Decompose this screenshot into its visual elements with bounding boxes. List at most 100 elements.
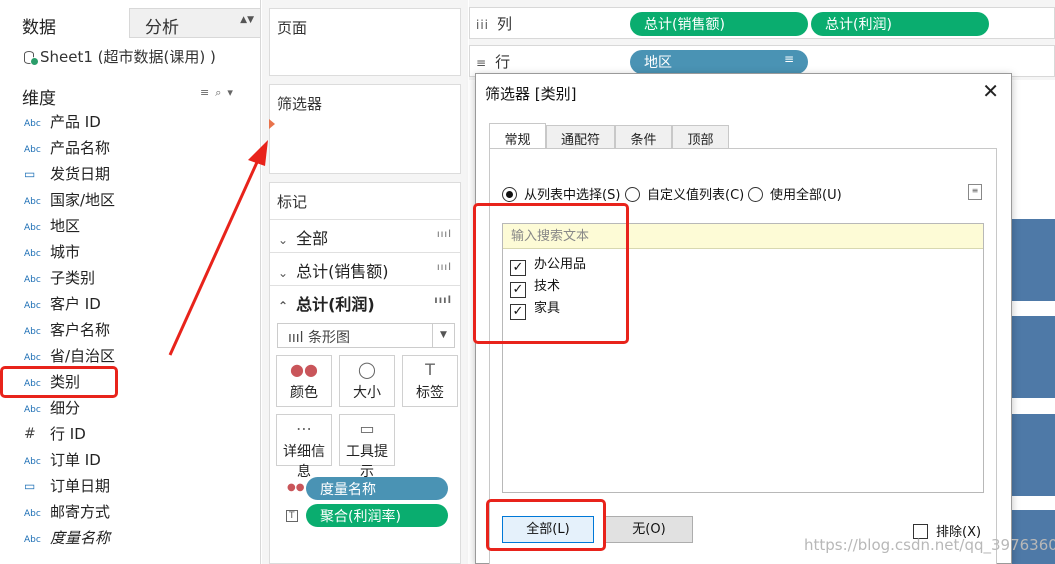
sort-icon[interactable]: ≡	[784, 52, 794, 66]
string-type-icon: Abc	[24, 457, 41, 467]
dimensions-tools-icons[interactable]: ≡⌕▾	[200, 86, 239, 100]
field-label: 度量名称	[50, 529, 111, 547]
watermark: https://blog.csdn.net/qq_39763601	[804, 536, 1055, 554]
mark-type-select[interactable]: ıııl 条形图 ▼	[277, 323, 455, 348]
field-ship-mode[interactable]: Abc 邮寄方式	[0, 500, 261, 526]
viz-bar	[1012, 414, 1055, 496]
marks-row-all[interactable]: ⌄ 全部 ıııl	[270, 219, 460, 251]
tooltip-label: 工具提示	[346, 444, 388, 480]
columns-label-text: 列	[497, 15, 513, 33]
dimensions-header: 维度	[22, 89, 56, 109]
chevron-up-icon: ⌃	[278, 299, 289, 313]
label-label: 标签	[416, 385, 444, 401]
rows-label-text: 行	[495, 53, 511, 71]
detail-button[interactable]: ⋯ 详细信息	[276, 414, 332, 480]
marks-card: 标记 ⌄ 全部 ıııl ⌄ 总计(销售额) ıııl ⌃ 总计(利润) ıııl ı…	[269, 182, 461, 564]
label-button[interactable]: T 标签	[402, 355, 458, 407]
size-label: 大小	[353, 385, 381, 401]
select-none-button[interactable]: 无(O)	[605, 516, 693, 543]
marks-row-profit[interactable]: ⌃ 总计(利润) ıııl	[270, 285, 460, 317]
datasource-name: Sheet1 (超市数据(课用) )	[40, 48, 216, 66]
filters-shelf[interactable]: 筛选器	[269, 84, 461, 174]
field-label: 邮寄方式	[50, 503, 111, 521]
marks-row-label: 全部	[296, 229, 329, 248]
string-type-icon: Abc	[24, 119, 41, 129]
tab-analysis-label: 分析	[145, 18, 179, 38]
bar-chart-icon: ıııl	[436, 229, 452, 240]
rows-icon: ≡	[476, 56, 488, 70]
filters-title: 筛选器	[277, 95, 323, 113]
field-customer-id[interactable]: Abc 客户 ID	[0, 292, 261, 318]
field-city[interactable]: Abc 城市	[0, 240, 261, 266]
radio-use-all[interactable]: 使用全部(U)	[748, 184, 842, 203]
field-country[interactable]: Abc 国家/地区	[0, 188, 261, 214]
string-type-icon: Abc	[24, 223, 41, 233]
field-ship-date[interactable]: ▭ 发货日期	[0, 162, 261, 188]
radio-empty-icon	[748, 187, 763, 202]
datasource-row[interactable]: Sheet1 (超市数据(课用) )	[0, 46, 261, 70]
color-dots-icon: ●●	[287, 482, 305, 493]
field-order-date[interactable]: ▭ 订单日期	[0, 474, 261, 500]
color-label: 颜色	[290, 385, 318, 401]
field-region[interactable]: Abc 地区	[0, 214, 261, 240]
size-button[interactable]: ◯ 大小	[339, 355, 395, 407]
field-order-id[interactable]: Abc 订单 ID	[0, 448, 261, 474]
mark-type-value: ıııl 条形图	[288, 330, 351, 346]
tab-wildcard[interactable]: 通配符	[546, 125, 615, 149]
field-segment[interactable]: Abc 细分	[0, 396, 261, 422]
marks-row-sales[interactable]: ⌄ 总计(销售额) ıııl	[270, 252, 460, 284]
radio-custom-list[interactable]: 自定义值列表(C)	[625, 184, 744, 203]
field-label: 产品 ID	[50, 113, 101, 131]
tab-condition[interactable]: 条件	[615, 125, 672, 149]
field-label: 行 ID	[50, 425, 86, 443]
radio-label: 使用全部(U)	[770, 188, 842, 203]
tab-scroll-arrows-icon[interactable]: ▲▼	[240, 15, 254, 25]
tab-data[interactable]: 数据	[0, 8, 128, 38]
text-label-icon: T	[286, 510, 298, 522]
drop-marker-icon	[269, 119, 275, 129]
field-label: 客户名称	[50, 321, 111, 339]
pages-title: 页面	[277, 19, 308, 37]
pill-region[interactable]: 地区 ≡	[630, 50, 808, 74]
radio-label: 从列表中选择(S)	[524, 188, 621, 203]
field-measure-names[interactable]: Abc 度量名称	[0, 526, 261, 552]
tooltip-button[interactable]: ▭ 工具提示	[339, 414, 395, 480]
number-type-icon: #	[24, 426, 36, 442]
field-customer-name[interactable]: Abc 客户名称	[0, 318, 261, 344]
radio-select-from-list[interactable]: 从列表中选择(S)	[502, 184, 620, 203]
pill-measure-names[interactable]: 度量名称	[306, 477, 448, 500]
pages-shelf[interactable]: 页面	[269, 8, 461, 76]
tab-general[interactable]: 常规	[489, 123, 546, 149]
color-dots-icon: ●●	[290, 360, 318, 379]
color-button[interactable]: ●● 颜色	[276, 355, 332, 407]
field-label: 子类别	[50, 269, 96, 287]
detail-label: 详细信息	[283, 444, 325, 480]
tab-analysis[interactable]: 分析 ▲▼	[129, 8, 261, 38]
viz-bar	[1012, 316, 1055, 398]
field-label: 订单日期	[50, 477, 111, 495]
bar-chart-icon: ıııl	[436, 262, 452, 273]
pill-profit-ratio[interactable]: 聚合(利润率)	[306, 504, 448, 527]
string-type-icon: Abc	[24, 509, 41, 519]
field-label: 省/自治区	[50, 347, 116, 365]
field-product-name[interactable]: Abc 产品名称	[0, 136, 261, 162]
tab-top[interactable]: 顶部	[672, 125, 729, 149]
close-icon[interactable]: ✕	[982, 79, 999, 103]
string-type-icon: Abc	[24, 275, 41, 285]
field-row-id[interactable]: # 行 ID	[0, 422, 261, 448]
field-label: 细分	[50, 399, 81, 417]
columns-shelf[interactable]: iii 列 总计(销售额) 总计(利润)	[469, 7, 1055, 39]
pill-sum-profit[interactable]: 总计(利润)	[811, 12, 989, 36]
chevron-down-icon[interactable]: ▼	[432, 324, 454, 347]
list-menu-icon[interactable]: ≡	[968, 184, 982, 200]
field-subcategory[interactable]: Abc 子类别	[0, 266, 261, 292]
bar-chart-icon: ıııl	[434, 295, 452, 306]
string-type-icon: Abc	[24, 197, 41, 207]
annotation-highlight-all-button	[486, 499, 606, 551]
pill-sum-sales[interactable]: 总计(销售额)	[630, 12, 808, 36]
marks-title: 标记	[277, 193, 308, 211]
rows-label: ≡ 行	[476, 51, 510, 72]
calendar-icon: ▭	[24, 167, 36, 181]
radio-selected-icon	[502, 187, 517, 202]
field-product-id[interactable]: Abc 产品 ID	[0, 110, 261, 136]
